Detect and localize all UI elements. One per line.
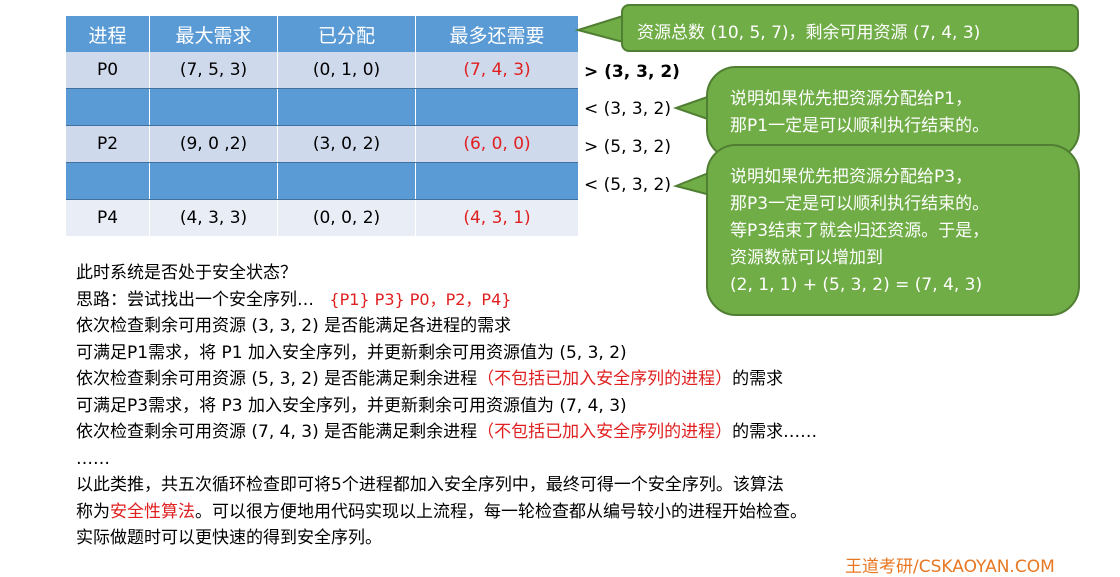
comparison-p2: > (5, 3, 2): [584, 137, 671, 157]
cell-proc: P4: [66, 200, 150, 236]
cell-proc: P0: [66, 52, 150, 88]
cell-need: [416, 89, 578, 125]
idea-prefix: 思路：尝试找出一个安全序列…: [76, 289, 314, 310]
callout-p3-line: 那P3一定是可以顺利执行结束的。: [730, 194, 990, 214]
step-line: 可满足P3需求，将 P3 加入安全序列，并更新剩余可用资源值为 (7, 4, 3…: [76, 395, 627, 416]
ellipsis-line: ……: [76, 448, 110, 469]
idea-line: 思路：尝试找出一个安全序列… {P1} P3} P0，P2，P4}: [76, 287, 817, 314]
table-header: 进程 最大需求 已分配 最多还需要: [66, 16, 578, 52]
callout-p3-line: 说明如果优先把资源分配给P3，: [730, 167, 973, 187]
callout-p1-line: 那P1一定是可以顺利执行结束的。: [730, 116, 990, 136]
cell-max: [150, 89, 278, 125]
cell-proc: [66, 89, 150, 125]
summary-line: 实际做题时可以更快速的得到安全序列。: [76, 528, 382, 548]
algorithm-name: 安全性算法: [110, 501, 195, 522]
tail-total: [574, 14, 624, 44]
cell-alloc: [278, 89, 416, 125]
step-line: 依次检查剩余可用资源 (3, 3, 2) 是否能满足各进程的需求: [76, 316, 512, 336]
step-text: 的需求: [732, 369, 784, 389]
cell-alloc: (3, 0, 2): [278, 126, 416, 162]
cell-need: (7, 4, 3): [463, 60, 531, 80]
cell-alloc: (0, 1, 0): [278, 52, 416, 88]
summary-text: 称为: [76, 501, 110, 522]
safe-sequence: {P1} P3} P0，P2，P4}: [329, 289, 512, 309]
header-alloc: 已分配: [278, 16, 416, 52]
step-text: 依次检查剩余可用资源 (5, 3, 2) 是否能满足剩余进程: [76, 369, 478, 389]
step-text: 依次检查剩余可用资源 (7, 4, 3) 是否能满足剩余进程: [76, 422, 478, 442]
cell-need: (6, 0, 0): [463, 134, 531, 154]
step-emphasis: （不包括已加入安全序列的进程）: [477, 422, 733, 442]
cell-proc: [66, 163, 150, 199]
callout-p1-line: 说明如果优先把资源分配给P1，: [730, 89, 973, 109]
table-row-p4: P4 (4, 3, 3) (0, 0, 2) (4, 3, 1): [66, 200, 578, 236]
cell-max: (9, 0 ,2): [150, 126, 278, 162]
process-table: 进程 最大需求 已分配 最多还需要 P0 (7, 5, 3) (0, 1, 0)…: [66, 16, 578, 236]
table-row-p1-hidden: [66, 88, 578, 126]
step-line: 依次检查剩余可用资源 (5, 3, 2) 是否能满足剩余进程（不包括已加入安全序…: [76, 366, 817, 393]
summary-text: 。可以很方便地用代码实现以上流程，每一轮检查都从编号较小的进程开始检查。: [195, 501, 807, 522]
cell-proc: P2: [66, 126, 150, 162]
cell-alloc: [278, 163, 416, 199]
cell-need: (4, 3, 1): [463, 208, 531, 228]
table-row-p3-hidden: [66, 162, 578, 200]
comparison-p0: > (3, 3, 2): [584, 62, 680, 82]
cell-max: [150, 163, 278, 199]
header-process: 进程: [66, 16, 150, 52]
summary-line: 以此类推，共五次循环检查即可将5个进程都加入安全序列中，最终可得一个安全序列。该…: [76, 475, 784, 495]
question-line: 此时系统是否处于安全状态？: [76, 263, 297, 283]
summary-line: 称为安全性算法。可以很方便地用代码实现以上流程，每一轮检查都从编号较小的进程开始…: [76, 499, 817, 526]
header-need: 最多还需要: [449, 24, 545, 47]
step-line: 可满足P1需求，将 P1 加入安全序列，并更新剩余可用资源值为 (5, 3, 2…: [76, 342, 627, 363]
cell-need: [416, 163, 578, 199]
explanation-text: 此时系统是否处于安全状态？ 思路：尝试找出一个安全序列… {P1} P3} P0…: [76, 260, 817, 552]
header-max: 最大需求: [150, 16, 278, 52]
comparison-p3: < (5, 3, 2): [584, 175, 671, 195]
cell-alloc: (0, 0, 2): [278, 200, 416, 236]
watermark-footer: 王道考研/CSKAOYAN.COM: [845, 557, 1055, 577]
step-line: 依次检查剩余可用资源 (7, 4, 3) 是否能满足剩余进程（不包括已加入安全序…: [76, 419, 817, 446]
table-row-p0: P0 (7, 5, 3) (0, 1, 0) (7, 4, 3): [66, 52, 578, 88]
comparison-p1: < (3, 3, 2): [584, 99, 671, 119]
step-text: 的需求……: [732, 422, 818, 442]
step-emphasis: （不包括已加入安全序列的进程）: [477, 369, 733, 389]
cell-max: (7, 5, 3): [150, 52, 278, 88]
table-row-p2: P2 (9, 0 ,2) (3, 0, 2) (6, 0, 0): [66, 126, 578, 162]
cell-max: (4, 3, 3): [150, 200, 278, 236]
callout-p3-line: 等P3结束了就会归还资源。于是，: [730, 221, 990, 241]
callout-total-resources: 资源总数 (10, 5, 7)，剩余可用资源 (7, 4, 3): [621, 4, 1079, 52]
